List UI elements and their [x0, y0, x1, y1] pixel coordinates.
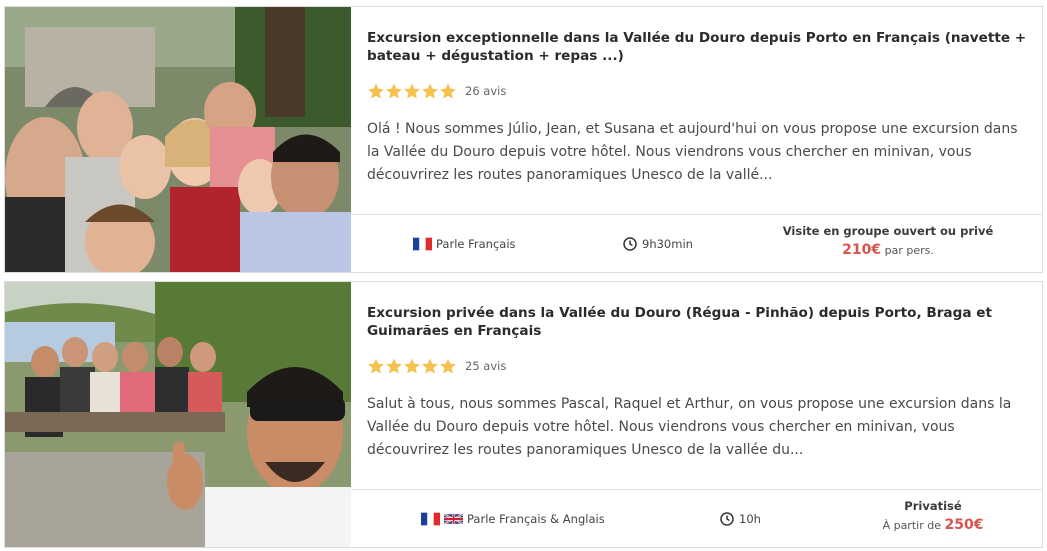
- clock-icon: [623, 236, 637, 251]
- duration-info: 10h: [720, 490, 761, 547]
- tour-card[interactable]: Excursion privée dans la Vallée du Douro…: [4, 281, 1043, 548]
- star-icon: [421, 357, 439, 375]
- tour-footer: Parle Français 9h30min Visite en groupe …: [351, 214, 1042, 272]
- price-type: Privatisé: [904, 499, 962, 513]
- price-prefix: À partir de: [882, 519, 941, 532]
- language-label: Parle Français & Anglais: [467, 511, 605, 526]
- price-info: Privatisé À partir de 250€: [813, 499, 1047, 533]
- rating: 25 avis: [367, 357, 506, 375]
- language-info: Parle Français: [413, 215, 516, 272]
- star-icon: [403, 357, 421, 375]
- tour-card[interactable]: Excursion exceptionnelle dans la Vallée …: [4, 6, 1043, 273]
- price-info: Visite en groupe ouvert ou privé 210€ pa…: [768, 224, 1008, 258]
- price-suffix: par pers.: [884, 244, 934, 257]
- clock-icon: [720, 511, 734, 526]
- tour-photo[interactable]: [5, 282, 351, 547]
- tour-photo[interactable]: [5, 7, 351, 272]
- tour-description: Salut à tous, nous sommes Pascal, Raquel…: [367, 396, 1012, 458]
- uk-flag-icon: [444, 512, 463, 526]
- star-icon: [439, 357, 457, 375]
- star-icon: [403, 82, 421, 100]
- language-info: Parle Français & Anglais: [421, 490, 605, 547]
- star-icon: [367, 82, 385, 100]
- star-icon: [385, 357, 403, 375]
- star-icon: [421, 82, 439, 100]
- price-type: Visite en groupe ouvert ou privé: [782, 224, 994, 238]
- duration-label: 9h30min: [642, 236, 693, 251]
- star-icon: [439, 82, 457, 100]
- tour-title[interactable]: Excursion privée dans la Vallée du Douro…: [367, 304, 1028, 340]
- star-icon: [367, 357, 385, 375]
- tour-footer: Parle Français & Anglais 10h Privatisé À…: [351, 489, 1042, 547]
- price-value: 210€: [842, 242, 882, 258]
- price-value: 250€: [944, 517, 984, 533]
- tour-description: Olá ! Nous sommes Júlio, Jean, et Susana…: [367, 121, 1018, 183]
- star-icon: [385, 82, 403, 100]
- duration-label: 10h: [739, 511, 761, 526]
- fr-flag-icon: [421, 512, 440, 526]
- rating: 26 avis: [367, 82, 506, 100]
- fr-flag-icon: [413, 237, 432, 251]
- review-count[interactable]: 25 avis: [465, 359, 506, 373]
- tour-title[interactable]: Excursion exceptionnelle dans la Vallée …: [367, 29, 1028, 65]
- language-label: Parle Français: [436, 236, 516, 251]
- duration-info: 9h30min: [623, 215, 693, 272]
- review-count[interactable]: 26 avis: [465, 84, 506, 98]
